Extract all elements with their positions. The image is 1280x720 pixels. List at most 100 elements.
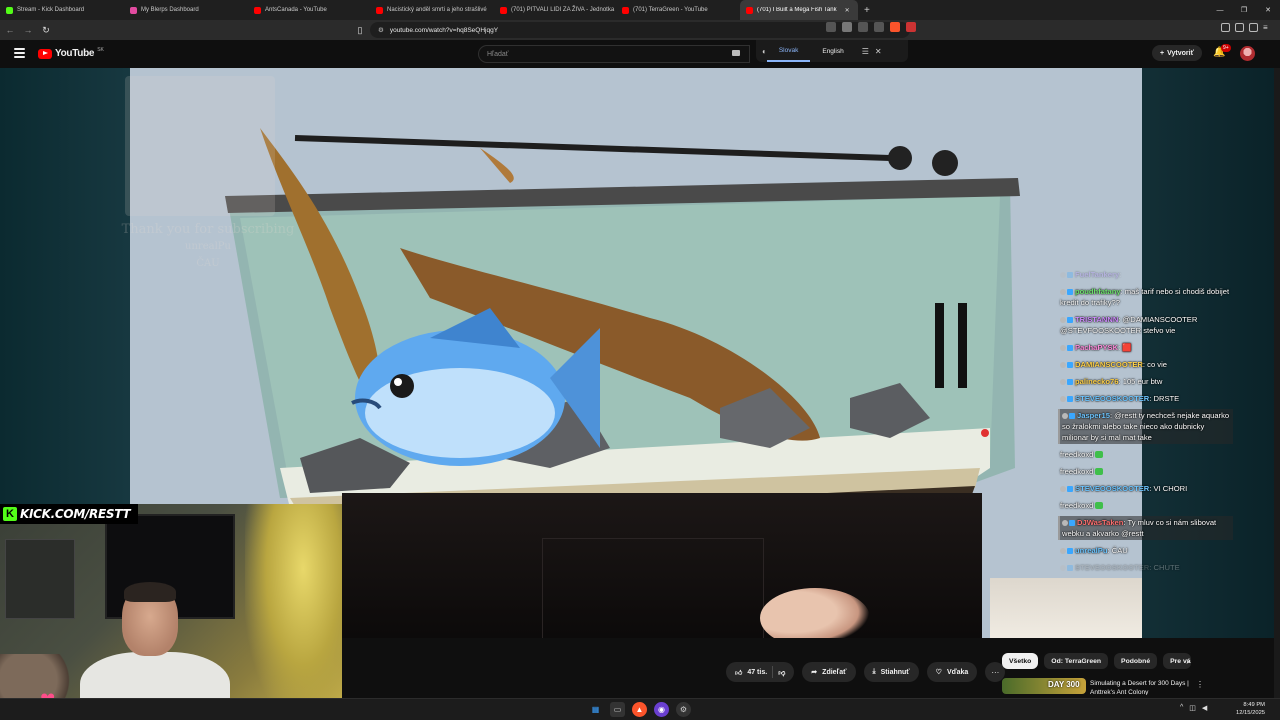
brave-shield-icon[interactable] [890, 22, 900, 32]
chat-badge-icon [1060, 379, 1066, 385]
translate-lang-slovak[interactable]: Slovak [766, 40, 811, 62]
wall-shelf [5, 539, 75, 619]
recommendation-title[interactable]: Simulating a Desert for 300 Days | Anttr… [1090, 679, 1190, 695]
search-input[interactable]: Hľadať [478, 45, 750, 63]
chat-text: freedkoxd [1060, 501, 1094, 510]
obs-icon[interactable]: ◉ [654, 702, 669, 717]
chat-username: DJWasTaken [1077, 518, 1124, 527]
youtube-logo[interactable]: YouTube SK [38, 47, 104, 59]
omnibox-actions [826, 22, 916, 32]
chip-all[interactable]: Všetko [1002, 653, 1039, 669]
tab-mega-fish-tank[interactable]: (701) I Built a Mega Fish Tank ✕ [740, 0, 858, 20]
windows-start-icon[interactable]: ▦ [588, 702, 603, 717]
chat-overlay: FuelTankery: poudhfatany: maš tarif nebo… [1058, 268, 1233, 578]
like-count[interactable]: 47 tis. [747, 669, 767, 676]
chat-message: PachaPYSK: 🟥 [1058, 341, 1233, 354]
reload-icon[interactable]: ↻ [38, 22, 54, 38]
download-button[interactable]: ⤓ Stiahnuť [863, 662, 919, 682]
terminal-icon[interactable]: ▭ [610, 702, 625, 717]
app-icon[interactable]: ⚙ [676, 702, 691, 717]
bookmark-icon[interactable]: ▯ [352, 22, 368, 38]
chat-username: poudhfatany [1075, 287, 1121, 296]
kick-url-banner: K KICK.COM/RESTT [0, 504, 138, 524]
chat-badge-icon [1060, 548, 1066, 554]
recommendation-thumbnail[interactable]: DAY 300 [1002, 678, 1086, 694]
tab-nacisticky-andel[interactable]: Nacistický anděl smrti a jeho strašlivé [370, 0, 494, 20]
volume-icon[interactable]: ◀ [1202, 704, 1207, 712]
tab-pitvali-lidi[interactable]: (701) PITVALI LIDI ZA ŽIVA - Jednotka [494, 0, 616, 20]
screen: Stream - Kick Dashboard My Blerps Dashbo… [0, 0, 1280, 720]
menu-icon[interactable]: ≡ [1263, 23, 1272, 32]
taskbar: ▦ ▭ ▲ ◉ ⚙ ^ ◫ ◀ 8:49 PM 12/15/2025 [0, 698, 1280, 720]
share-button[interactable]: ➦ Zdieľať [802, 662, 856, 682]
brave-rewards-icon[interactable] [906, 22, 916, 32]
address-bar-row: ← → ↻ ▯ ⚙ youtube.com/watch?v=hq8SeQHjqg… [0, 20, 1280, 40]
chat-sub-badge-icon [1067, 345, 1073, 351]
install-icon[interactable] [874, 22, 884, 32]
recommendation-menu-icon[interactable]: ⋮ [1196, 680, 1204, 689]
notification-badge: 9+ [1221, 44, 1231, 52]
translate-options-icon[interactable]: ☰ [862, 47, 869, 56]
close-window-icon[interactable]: ✕ [1256, 0, 1280, 20]
create-button[interactable]: + Vytvoriť [1152, 45, 1202, 61]
tray-chevron-icon[interactable]: ^ [1180, 704, 1183, 712]
share-icon: ➦ [811, 669, 818, 676]
chat-sub-badge-icon [1067, 396, 1073, 402]
avatar[interactable] [1240, 46, 1255, 61]
chip-from-terragreen[interactable]: Od: TerraGreen [1044, 653, 1109, 669]
minimize-icon[interactable]: — [1208, 0, 1232, 20]
download-icon: ⤓ [872, 668, 876, 675]
hamburger-menu-icon[interactable] [14, 48, 25, 58]
maximize-icon[interactable]: ❐ [1232, 0, 1256, 20]
keyboard-icon[interactable] [732, 50, 740, 56]
youtube-header: YouTube SK Hľadať [0, 40, 1280, 68]
forward-icon[interactable]: → [20, 22, 36, 38]
tab-antscanada[interactable]: AntsCanada - YouTube [248, 0, 370, 20]
chat-message: unrealPu: ČAU [1058, 544, 1233, 557]
share-icon[interactable] [858, 22, 868, 32]
chat-text: 105 eur btw [1122, 377, 1163, 386]
chip-related[interactable]: Podobné [1114, 653, 1158, 669]
plus-icon: + [1160, 49, 1165, 57]
tab-kick-dashboard[interactable]: Stream - Kick Dashboard [0, 0, 124, 20]
translate-icon[interactable] [842, 22, 852, 32]
chat-message: freedkoxd [1058, 448, 1233, 461]
translate-close-icon[interactable]: ✕ [875, 47, 882, 56]
chat-username: STEVEOOSKOOTER [1075, 563, 1150, 572]
chat-sub-badge-icon [1067, 548, 1073, 554]
tab-terragreen[interactable]: (701) TerraGreen - YouTube [616, 0, 740, 20]
back-icon[interactable]: ← [2, 22, 18, 38]
emote-icon [1095, 451, 1104, 458]
extension-icon[interactable] [1221, 23, 1230, 32]
tab-blerps-dashboard[interactable]: My Blerps Dashboard [124, 0, 248, 20]
chat-username: FuelTankery [1075, 270, 1120, 279]
thanks-button[interactable]: ♡ Vďaka [926, 662, 978, 682]
chevron-right-icon[interactable]: › [1186, 656, 1189, 667]
chat-badge-icon [1060, 345, 1066, 351]
chat-message: FuelTankery: [1058, 268, 1233, 281]
window-controls: — ❐ ✕ [1208, 0, 1280, 20]
thanks-icon: ♡ [935, 669, 942, 676]
translate-lang-english[interactable]: English [810, 40, 855, 62]
brave-browser-icon[interactable]: ▲ [632, 702, 647, 717]
recommendation-chips: Všetko Od: TerraGreen Podobné Pre vás [1002, 653, 1192, 669]
close-tab-icon[interactable]: ✕ [845, 7, 850, 14]
clock[interactable]: 8:49 PM 12/15/2025 [1236, 702, 1265, 717]
dislike-icon[interactable]: 👎︎ [778, 668, 785, 677]
wallet-icon[interactable] [1249, 23, 1258, 32]
new-tab-button[interactable]: + [858, 5, 876, 16]
chat-username: palinecko76 [1075, 377, 1119, 386]
site-settings-icon[interactable]: ⚙ [378, 26, 384, 34]
chat-text: CHUTE [1153, 563, 1180, 572]
emote-icon [1095, 502, 1104, 509]
scrollbar[interactable] [1274, 68, 1280, 698]
sidebar-icon[interactable] [1235, 23, 1244, 32]
chat-message: Jasper15: @restt ty nechceš nejake aquar… [1058, 409, 1233, 444]
network-icon[interactable]: ◫ [1189, 704, 1196, 712]
cast-icon[interactable] [826, 22, 836, 32]
chat-text: freedkoxd [1060, 450, 1094, 459]
emote-icon [1095, 468, 1104, 475]
taskbar-apps: ▦ ▭ ▲ ◉ ⚙ [588, 702, 691, 717]
like-icon[interactable]: 👍︎ [735, 668, 742, 677]
chat-message: DJWasTaken: Ty mluv co si nám slibovat w… [1058, 516, 1233, 540]
